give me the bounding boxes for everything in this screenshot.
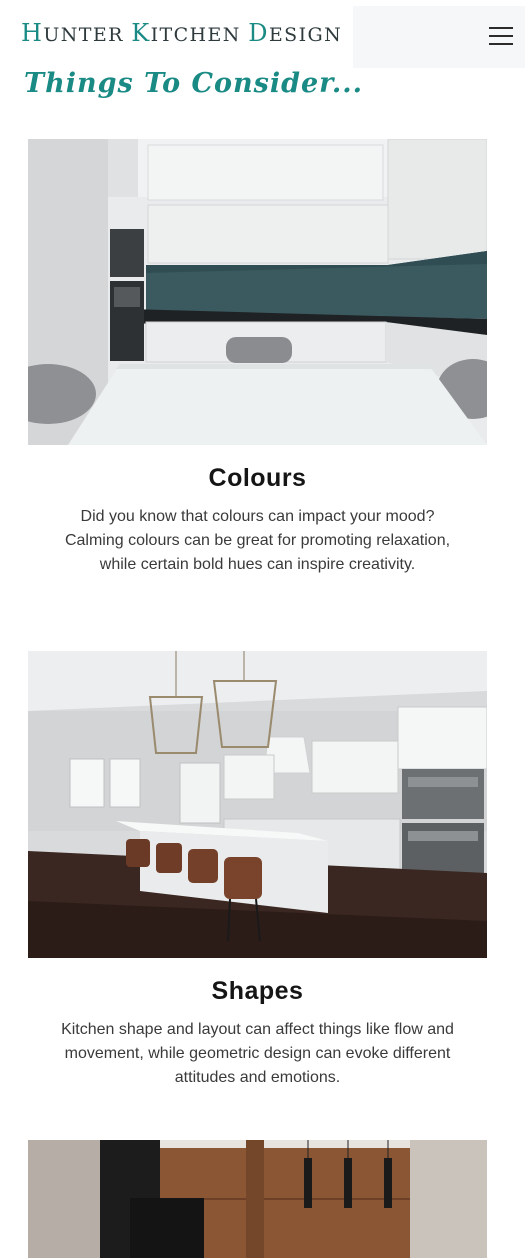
- site-header: HUNTER KITCHEN DESIGN: [0, 0, 525, 68]
- card-title-colours: Colours: [208, 464, 307, 492]
- kitchen-image-third: [28, 1140, 487, 1258]
- menu-toggle-area: [353, 6, 525, 68]
- logo-word-hunter: UNTER: [43, 24, 132, 46]
- kitchen-image-colours: [28, 139, 487, 445]
- site-logo[interactable]: HUNTER KITCHEN DESIGN: [21, 19, 342, 47]
- card-text-shapes: Kitchen shape and layout can affect thin…: [61, 1021, 454, 1086]
- logo-initial-h: H: [21, 19, 44, 47]
- kitchen-image-shapes: [28, 651, 487, 958]
- card-title-shapes: Shapes: [211, 977, 304, 1005]
- logo-word-kitchen: ITCHEN: [150, 24, 249, 46]
- logo-initial-d: D: [248, 19, 269, 47]
- logo-word-design: ESIGN: [268, 24, 343, 46]
- card-text-colours: Did you know that colours can impact you…: [64, 508, 451, 573]
- hamburger-menu-icon[interactable]: [489, 27, 513, 47]
- section-title: Things To Consider...: [24, 68, 364, 99]
- logo-initial-k: K: [131, 19, 151, 47]
